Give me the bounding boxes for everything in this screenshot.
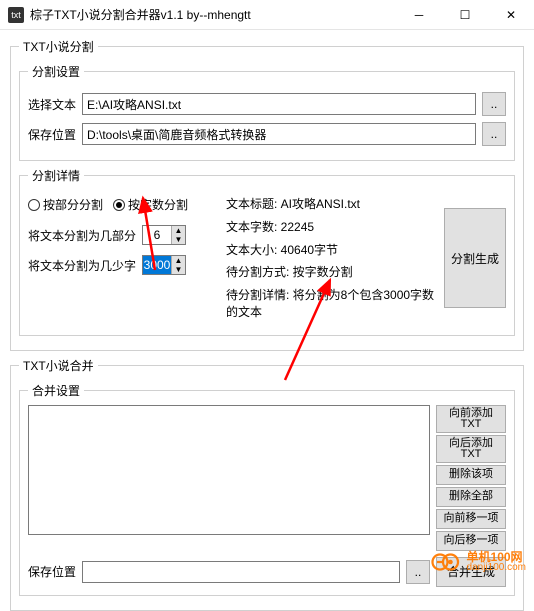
split-chars-spinner[interactable]: 3000 ▲▼: [142, 255, 186, 275]
select-text-browse-button[interactable]: ..: [482, 92, 506, 116]
watermark-text2: danji100.com: [467, 563, 526, 573]
info-chars: 文本字数: 22245: [226, 219, 436, 236]
window-title: 棕子TXT小说分割合并器v1.1 by--mhengtt: [30, 6, 396, 23]
select-text-input[interactable]: E:\AI攻略ANSI.txt: [82, 93, 476, 115]
split-detail-label: 分割详情: [28, 167, 84, 184]
split-group-label: TXT小说分割: [19, 38, 98, 55]
split-generate-button[interactable]: 分割生成: [444, 208, 506, 308]
delete-item-button[interactable]: 删除该项: [436, 465, 506, 485]
merge-settings-label: 合并设置: [28, 382, 84, 399]
watermark-logo-icon: [431, 550, 461, 574]
close-button[interactable]: ✕: [488, 0, 534, 30]
merge-listbox[interactable]: [28, 405, 430, 535]
save-location-label: 保存位置: [28, 126, 76, 143]
radio-by-chars[interactable]: 按字数分割: [113, 196, 188, 213]
spinner-up-icon[interactable]: ▲: [172, 256, 185, 265]
split-group: TXT小说分割 分割设置 选择文本 E:\AI攻略ANSI.txt .. 保存位…: [10, 38, 524, 351]
split-chars-label: 将文本分割为几少字: [28, 257, 136, 274]
split-settings-label: 分割设置: [28, 63, 84, 80]
info-title: 文本标题: AI攻略ANSI.txt: [226, 196, 436, 213]
move-up-button[interactable]: 向前移一项: [436, 509, 506, 529]
save-location-browse-button[interactable]: ..: [482, 122, 506, 146]
radio-by-parts[interactable]: 按部分分割: [28, 196, 103, 213]
merge-group-label: TXT小说合并: [19, 357, 98, 374]
spinner-up-icon[interactable]: ▲: [172, 226, 185, 235]
save-location-input[interactable]: D:\tools\桌面\简鹿音频格式转换器: [82, 123, 476, 145]
radio-icon: [28, 199, 40, 211]
split-parts-spinner[interactable]: 6 ▲▼: [142, 225, 186, 245]
split-parts-label: 将文本分割为几部分: [28, 227, 136, 244]
title-bar: txt 棕子TXT小说分割合并器v1.1 by--mhengtt ─ ☐ ✕: [0, 0, 534, 30]
watermark: 单机100网 danji100.com: [431, 550, 526, 574]
minimize-button[interactable]: ─: [396, 0, 442, 30]
info-detail: 待分割详情: 将分割为8个包含3000字数的文本: [226, 287, 436, 321]
maximize-button[interactable]: ☐: [442, 0, 488, 30]
delete-all-button[interactable]: 删除全部: [436, 487, 506, 507]
move-down-button[interactable]: 向后移一项: [436, 531, 506, 551]
split-settings: 分割设置 选择文本 E:\AI攻略ANSI.txt .. 保存位置 D:\too…: [19, 63, 515, 161]
merge-save-input[interactable]: [82, 561, 400, 583]
radio-icon: [113, 199, 125, 211]
select-text-label: 选择文本: [28, 96, 76, 113]
prepend-txt-button[interactable]: 向前添加 TXT: [436, 405, 506, 433]
spinner-down-icon[interactable]: ▼: [172, 235, 185, 244]
split-detail: 分割详情 按部分分割 按字数分割 将文本分割为几部分: [19, 167, 515, 336]
spinner-down-icon[interactable]: ▼: [172, 265, 185, 274]
info-size: 文本大小: 40640字节: [226, 242, 436, 259]
append-txt-button[interactable]: 向后添加 TXT: [436, 435, 506, 463]
merge-save-browse-button[interactable]: ..: [406, 560, 430, 584]
info-mode: 待分割方式: 按字数分割: [226, 264, 436, 281]
app-icon: txt: [8, 7, 24, 23]
